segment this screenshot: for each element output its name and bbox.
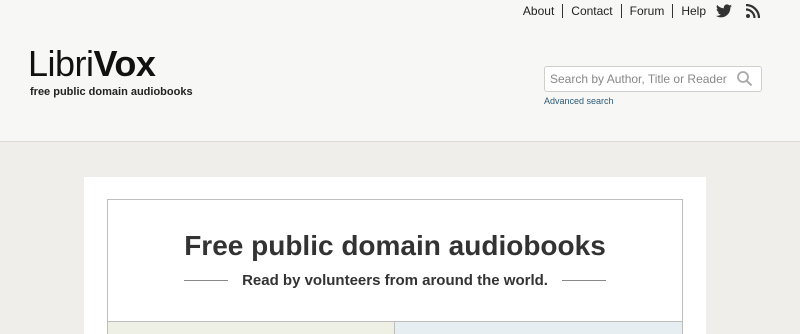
feature-tile-right[interactable]: [395, 321, 682, 334]
site-tagline: free public domain audiobooks: [30, 86, 193, 98]
hero-title: Free public domain audiobooks: [184, 230, 606, 261]
nav-help-link[interactable]: Help: [672, 4, 716, 18]
nav-about-link[interactable]: About: [515, 4, 562, 18]
divider-right: [561, 280, 606, 281]
site-header: About Contact Forum Help LibriVox free p…: [0, 0, 800, 142]
main-card: Free public domain audiobooks Read by vo…: [84, 177, 706, 334]
nav-forum-link[interactable]: Forum: [620, 4, 673, 18]
feature-tile-left[interactable]: [108, 321, 395, 334]
twitter-icon[interactable]: [716, 4, 732, 18]
logo-text-libri: Libri: [28, 43, 94, 84]
search-box: [544, 66, 762, 92]
search-icon[interactable]: [736, 70, 754, 88]
hero-panel: Free public domain audiobooks Read by vo…: [107, 199, 683, 334]
divider-left: [184, 280, 229, 281]
rss-icon[interactable]: [746, 4, 760, 18]
hero-subtitle: Read by volunteers from around the world…: [242, 272, 548, 289]
nav-contact-link[interactable]: Contact: [562, 4, 620, 18]
advanced-search-link[interactable]: Advanced search: [544, 96, 614, 106]
librivox-logo[interactable]: LibriVox: [28, 43, 156, 84]
logo-text-vox: Vox: [93, 43, 156, 84]
social-links: [716, 4, 760, 18]
hero-subtitle-row: Read by volunteers from around the world…: [108, 272, 682, 289]
top-nav: About Contact Forum Help: [515, 4, 716, 18]
search-input[interactable]: [545, 67, 731, 91]
